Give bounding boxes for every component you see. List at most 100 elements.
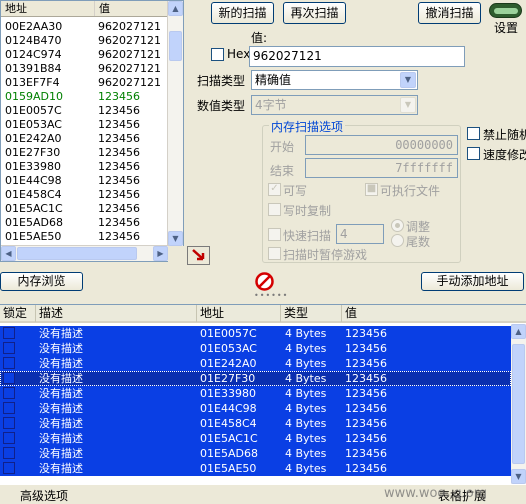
alignment-radio[interactable] bbox=[391, 219, 404, 232]
found-list-row[interactable]: 0159AD10 123456 bbox=[1, 90, 169, 103]
table-row[interactable]: 没有描述 01E053AC 4 Bytes 123456 bbox=[0, 341, 511, 356]
column-header-description[interactable]: 描述 bbox=[36, 305, 197, 322]
undo-scan-button[interactable]: 撤消扫描 bbox=[418, 2, 481, 24]
scroll-thumb[interactable] bbox=[512, 344, 525, 464]
found-list-row[interactable]: 013EF7F4 962027121 bbox=[1, 76, 169, 89]
fast-scan-label: 快速扫描 bbox=[283, 229, 332, 243]
found-address: 01E5AD68 bbox=[5, 216, 63, 229]
found-list-header: 地址 值 bbox=[1, 1, 169, 17]
chevron-right-icon[interactable]: ▶ bbox=[153, 246, 168, 261]
column-header-lock[interactable]: 锁定 bbox=[0, 305, 36, 322]
column-header-type[interactable]: 类型 bbox=[281, 305, 342, 322]
pause-game-checkbox[interactable] bbox=[268, 247, 281, 260]
table-row[interactable]: 没有描述 01E44C98 4 Bytes 123456 bbox=[0, 401, 511, 416]
next-scan-button[interactable]: 再次扫描 bbox=[283, 2, 346, 24]
found-list-horizontal-scrollbar[interactable]: ◀ ▶ bbox=[1, 245, 169, 261]
start-address-input[interactable]: 00000000 bbox=[305, 135, 458, 155]
table-row[interactable]: 没有描述 01E33980 4 Bytes 123456 bbox=[0, 386, 511, 401]
lock-checkbox[interactable] bbox=[3, 342, 15, 354]
found-list-row[interactable]: 0124B470 962027121 bbox=[1, 34, 169, 47]
chevron-down-icon[interactable]: ▼ bbox=[168, 231, 183, 246]
found-list-row[interactable]: 01E5AC1C 123456 bbox=[1, 202, 169, 215]
fast-scan-input[interactable]: 4 bbox=[336, 224, 384, 244]
copy-to-table-button[interactable] bbox=[187, 246, 210, 265]
memory-view-button[interactable]: 内存浏览 bbox=[0, 272, 83, 291]
row-description: 没有描述 bbox=[39, 357, 83, 370]
found-list-row[interactable]: 01E44C98 123456 bbox=[1, 174, 169, 187]
cheat-engine-logo[interactable] bbox=[489, 3, 522, 18]
table-row[interactable]: 没有描述 01E5AD68 4 Bytes 123456 bbox=[0, 446, 511, 461]
splitter-handle[interactable]: •••••• bbox=[254, 292, 287, 300]
chevron-up-icon[interactable]: ▲ bbox=[168, 1, 183, 16]
chevron-down-icon[interactable]: ▼ bbox=[511, 469, 526, 484]
lock-checkbox[interactable] bbox=[3, 372, 15, 384]
lock-checkbox[interactable] bbox=[3, 462, 15, 474]
table-row[interactable]: 没有描述 01E5AC1C 4 Bytes 123456 bbox=[0, 431, 511, 446]
row-address: 01E458C4 bbox=[200, 417, 257, 430]
copy-on-write-checkbox[interactable] bbox=[268, 203, 281, 216]
found-list-row[interactable]: 01E5AD68 123456 bbox=[1, 216, 169, 229]
scan-type-select[interactable]: 精确值 ▼ bbox=[251, 70, 418, 90]
found-list-row[interactable]: 01E458C4 123456 bbox=[1, 188, 169, 201]
advanced-options-label[interactable]: 高级选项 bbox=[20, 487, 68, 504]
found-list-vertical-scrollbar[interactable]: ▲ ▼ bbox=[167, 1, 183, 247]
row-type: 4 Bytes bbox=[285, 402, 327, 415]
column-header-address[interactable]: 地址 bbox=[197, 305, 281, 322]
table-row[interactable]: 没有描述 01E242A0 4 Bytes 123456 bbox=[0, 356, 511, 371]
chevron-up-icon[interactable]: ▲ bbox=[511, 324, 526, 339]
column-header-value[interactable]: 值 bbox=[95, 1, 169, 16]
found-list-row[interactable]: 01E242A0 123456 bbox=[1, 132, 169, 145]
found-list-row[interactable]: 01E0057C 123456 bbox=[1, 104, 169, 117]
executable-checkbox[interactable]: ■ bbox=[365, 183, 378, 196]
found-list-row[interactable]: 01391B84 962027121 bbox=[1, 62, 169, 75]
lock-checkbox[interactable] bbox=[3, 387, 15, 399]
found-value: 123456 bbox=[98, 90, 140, 103]
lock-checkbox[interactable] bbox=[3, 402, 15, 414]
row-description: 没有描述 bbox=[39, 327, 83, 340]
chevron-down-icon[interactable]: ▼ bbox=[400, 72, 416, 88]
add-address-manually-button[interactable]: 手动添加地址 bbox=[421, 272, 524, 291]
value-type-select[interactable]: 4字节 ▼ bbox=[251, 95, 418, 115]
found-list-row[interactable]: 01E27F30 123456 bbox=[1, 146, 169, 159]
chevron-left-icon[interactable]: ◀ bbox=[1, 246, 16, 261]
lock-checkbox[interactable] bbox=[3, 417, 15, 429]
column-header-address[interactable]: 地址 bbox=[1, 1, 95, 16]
found-address-list[interactable]: 地址 值 00E2AA30 962027121 0124B470 962027121 0… bbox=[0, 0, 184, 262]
table-row[interactable]: 没有描述 01E5AE50 4 Bytes 123456 bbox=[0, 461, 511, 476]
disable-random-checkbox[interactable] bbox=[467, 127, 480, 140]
address-table-scrollbar[interactable]: ▲ ▼ bbox=[511, 324, 526, 484]
row-description: 没有描述 bbox=[39, 342, 83, 355]
stop-icon[interactable] bbox=[254, 271, 275, 292]
row-value: 123456 bbox=[345, 417, 387, 430]
column-header-value[interactable]: 值 bbox=[342, 305, 526, 322]
found-address: 01E242A0 bbox=[5, 132, 62, 145]
found-list-row[interactable]: 0124C974 962027121 bbox=[1, 48, 169, 61]
scroll-thumb[interactable] bbox=[169, 31, 182, 61]
value-label: 值: bbox=[251, 31, 268, 45]
found-list-row[interactable]: 01E053AC 123456 bbox=[1, 118, 169, 131]
table-row[interactable]: 没有描述 01E27F30 4 Bytes 123456 bbox=[0, 371, 511, 386]
settings-label[interactable]: 设置 bbox=[494, 19, 518, 36]
row-type: 4 Bytes bbox=[285, 447, 327, 460]
row-type: 4 Bytes bbox=[285, 342, 327, 355]
found-list-row[interactable]: 01E33980 123456 bbox=[1, 160, 169, 173]
writable-checkbox[interactable]: ✓ bbox=[268, 183, 281, 196]
chevron-down-icon[interactable]: ▼ bbox=[400, 97, 416, 113]
last-digits-radio[interactable] bbox=[391, 234, 404, 247]
stop-address-input[interactable]: 7fffffff bbox=[305, 158, 458, 178]
new-scan-button[interactable]: 新的扫描 bbox=[211, 2, 274, 24]
found-list-row[interactable]: 00E2AA30 962027121 bbox=[1, 20, 169, 33]
table-row[interactable]: 没有描述 01E458C4 4 Bytes 123456 bbox=[0, 416, 511, 431]
lock-checkbox[interactable] bbox=[3, 327, 15, 339]
lock-checkbox[interactable] bbox=[3, 357, 15, 369]
address-table[interactable]: 锁定 描述 地址 类型 值 没有描述 01E0057C 4 Bytes 123456 没… bbox=[0, 304, 526, 484]
fast-scan-checkbox[interactable] bbox=[268, 228, 281, 241]
lock-checkbox[interactable] bbox=[3, 447, 15, 459]
speedhack-checkbox[interactable] bbox=[467, 147, 480, 160]
hex-checkbox[interactable] bbox=[211, 48, 224, 61]
scroll-thumb[interactable] bbox=[17, 247, 137, 260]
table-row[interactable]: 没有描述 01E0057C 4 Bytes 123456 bbox=[0, 326, 511, 341]
lock-checkbox[interactable] bbox=[3, 432, 15, 444]
scan-value-input[interactable]: 962027121 bbox=[249, 46, 465, 67]
found-list-row[interactable]: 01E5AE50 123456 bbox=[1, 230, 169, 243]
